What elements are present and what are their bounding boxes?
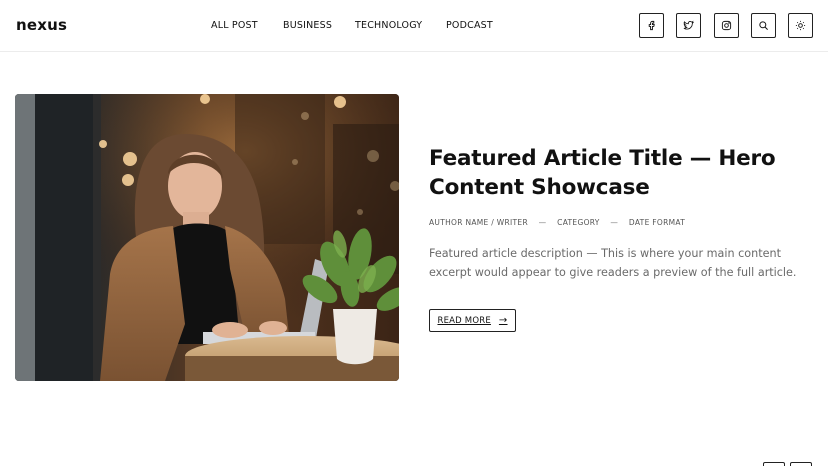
search-button[interactable] <box>751 13 776 38</box>
meta-separator: — <box>610 218 619 227</box>
read-more-label: READ MORE <box>437 315 491 326</box>
nav-item-business[interactable]: BUSINESS <box>283 20 332 31</box>
facebook-icon <box>648 20 655 31</box>
featured-article-title[interactable]: Featured Article Title — Hero Content Sh… <box>429 144 809 202</box>
featured-photo <box>15 94 399 381</box>
article-category[interactable]: CATEGORY <box>557 218 600 227</box>
featured-article-meta: AUTHOR NAME / WRITER — CATEGORY — DATE F… <box>429 218 691 227</box>
search-icon <box>759 21 768 30</box>
instagram-button[interactable] <box>714 13 739 38</box>
main-nav: ALL POST BUSINESS TECHNOLOGY PODCAST <box>0 20 828 34</box>
nav-item-all-post[interactable]: ALL POST <box>211 20 258 31</box>
arrow-right-icon: → <box>498 315 508 326</box>
twitter-button[interactable] <box>676 13 701 38</box>
featured-article-description: Featured article description — This is w… <box>429 247 797 279</box>
nav-item-technology[interactable]: TECHNOLOGY <box>355 20 422 31</box>
nav-item-podcast[interactable]: PODCAST <box>446 20 493 31</box>
next-slide-button[interactable] <box>790 462 812 466</box>
article-date: DATE FORMAT <box>628 218 686 227</box>
sun-icon <box>795 20 806 31</box>
article-author[interactable]: AUTHOR NAME / WRITER <box>429 218 528 227</box>
meta-separator: — <box>538 218 547 227</box>
read-more-button[interactable]: READ MORE → <box>429 309 516 332</box>
twitter-icon <box>683 20 694 30</box>
theme-toggle-button[interactable] <box>788 13 813 38</box>
facebook-button[interactable] <box>639 13 664 38</box>
site-header: nexus ALL POST BUSINESS TECHNOLOGY PODCA… <box>0 0 828 52</box>
featured-article-image[interactable] <box>15 94 399 381</box>
instagram-icon <box>721 20 732 31</box>
prev-slide-button[interactable] <box>763 462 785 466</box>
